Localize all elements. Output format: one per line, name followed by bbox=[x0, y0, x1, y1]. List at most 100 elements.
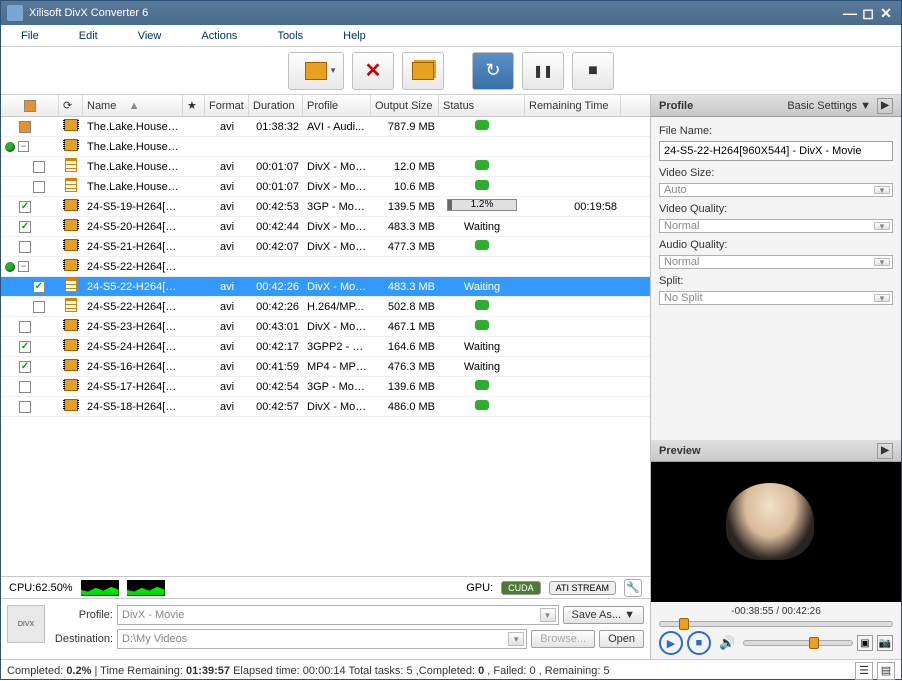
row-checkbox[interactable] bbox=[19, 221, 31, 233]
preview-video[interactable] bbox=[651, 462, 901, 602]
film-icon bbox=[64, 119, 78, 131]
row-checkbox[interactable] bbox=[33, 161, 45, 173]
table-row[interactable]: The.Lake.House....avi00:01:07DivX - Movi… bbox=[1, 177, 650, 197]
videosize-combo[interactable]: Auto▼ bbox=[659, 183, 893, 197]
minimize-button[interactable]: — bbox=[841, 5, 859, 21]
gpu-settings-button[interactable]: 🔧 bbox=[624, 579, 642, 597]
close-button[interactable]: ✕ bbox=[877, 5, 895, 21]
table-row[interactable]: 24-S5-22-H264[9...avi00:42:26DivX - Movi… bbox=[1, 277, 650, 297]
row-checkbox[interactable] bbox=[19, 361, 31, 373]
basic-settings-link[interactable]: Basic Settings ▼ bbox=[787, 100, 871, 112]
col-format[interactable]: Format bbox=[205, 95, 249, 116]
add-file-button[interactable] bbox=[288, 52, 344, 90]
col-duration[interactable]: Duration bbox=[249, 95, 303, 116]
menu-help[interactable]: Help bbox=[343, 30, 366, 42]
row-checkbox[interactable] bbox=[19, 201, 31, 213]
table-header[interactable]: ⟳ Name ▲ ★ Format Duration Profile Outpu… bbox=[1, 95, 650, 117]
collapse-toggle[interactable]: − bbox=[18, 261, 29, 272]
videoquality-combo[interactable]: Normal▼ bbox=[659, 219, 893, 233]
chevron-down-icon[interactable]: ▼ bbox=[508, 632, 524, 646]
chevron-down-icon[interactable]: ▼ bbox=[874, 258, 890, 266]
col-star[interactable]: ★ bbox=[183, 95, 205, 116]
convert-button[interactable] bbox=[472, 52, 514, 90]
film-icon bbox=[64, 399, 78, 411]
menu-view[interactable]: View bbox=[138, 30, 162, 42]
cuda-badge: CUDA bbox=[501, 581, 541, 595]
delete-button[interactable] bbox=[352, 52, 394, 90]
volume-slider[interactable] bbox=[743, 640, 853, 646]
row-checkbox[interactable] bbox=[19, 241, 31, 253]
table-row[interactable]: 24-S5-24-H264[9...avi00:42:173GPP2 - M..… bbox=[1, 337, 650, 357]
ready-status-icon bbox=[475, 180, 489, 190]
open-button[interactable]: Open bbox=[599, 630, 644, 648]
audioquality-combo[interactable]: Normal▼ bbox=[659, 255, 893, 269]
split-combo[interactable]: No Split▼ bbox=[659, 291, 893, 305]
table-row[interactable]: The.Lake.House....avi00:01:07DivX - Movi… bbox=[1, 157, 650, 177]
table-row[interactable]: 24-S5-20-H264[9...avi00:42:44DivX - Movi… bbox=[1, 217, 650, 237]
menu-actions[interactable]: Actions bbox=[201, 30, 237, 42]
ready-status-icon bbox=[475, 300, 489, 310]
maximize-button[interactable]: ◻ bbox=[859, 5, 877, 21]
ready-status-icon bbox=[475, 160, 489, 170]
film-icon bbox=[64, 199, 78, 211]
col-profile[interactable]: Profile bbox=[303, 95, 371, 116]
status-log-button[interactable]: ▤ bbox=[877, 662, 895, 680]
col-output-size[interactable]: Output Size bbox=[371, 95, 439, 116]
chevron-down-icon[interactable]: ▼ bbox=[874, 186, 890, 194]
row-checkbox[interactable] bbox=[19, 341, 31, 353]
chevron-down-icon[interactable]: ▼ bbox=[874, 294, 890, 302]
collapse-toggle[interactable]: − bbox=[18, 141, 29, 152]
stop-preview-button[interactable]: ■ bbox=[687, 631, 711, 655]
profile-combo[interactable]: DivX - Movie▼ bbox=[117, 605, 559, 625]
filename-input[interactable]: 24-S5-22-H264[960X544] - DivX - Movie bbox=[659, 141, 893, 161]
table-row[interactable]: 24-S5-22-H264[9...avi00:42:26H.264/MP...… bbox=[1, 297, 650, 317]
table-row[interactable]: 24-S5-23-H264[9...avi00:43:01DivX - Movi… bbox=[1, 317, 650, 337]
film-icon bbox=[64, 139, 78, 151]
videosize-label: Video Size: bbox=[659, 167, 893, 179]
row-checkbox[interactable] bbox=[33, 281, 45, 293]
header-selectall-checkbox[interactable] bbox=[24, 100, 36, 112]
save-as-button[interactable]: Save As... ▼ bbox=[563, 606, 644, 624]
film-icon bbox=[64, 239, 78, 251]
table-row[interactable]: 24-S5-19-H264[9...avi00:42:533GP - Mobi.… bbox=[1, 197, 650, 217]
gpu-label: GPU: bbox=[466, 582, 493, 594]
menu-edit[interactable]: Edit bbox=[79, 30, 98, 42]
table-row[interactable]: 24-S5-17-H264[9...avi00:42:543GP - Mobi.… bbox=[1, 377, 650, 397]
table-row[interactable]: −24-S5-22-H264[9... bbox=[1, 257, 650, 277]
menu-tools[interactable]: Tools bbox=[277, 30, 303, 42]
col-remaining[interactable]: Remaining Time bbox=[525, 95, 621, 116]
row-checkbox[interactable] bbox=[33, 301, 45, 313]
add-profile-button[interactable] bbox=[402, 52, 444, 90]
snapshot-button[interactable]: 📷 bbox=[877, 635, 893, 651]
refresh-icon: ⟳ bbox=[63, 99, 72, 112]
play-button[interactable]: ▶ bbox=[659, 631, 683, 655]
row-checkbox[interactable] bbox=[19, 401, 31, 413]
col-name[interactable]: Name ▲ bbox=[83, 95, 183, 116]
status-list-button[interactable]: ☰ bbox=[855, 662, 873, 680]
chevron-down-icon[interactable]: ▼ bbox=[540, 608, 556, 622]
panel-collapse-button[interactable]: ▶ bbox=[877, 98, 893, 114]
table-row[interactable]: 24-S5-21-H264[9...avi00:42:07DivX - Movi… bbox=[1, 237, 650, 257]
col-status[interactable]: Status bbox=[439, 95, 525, 116]
chevron-down-icon[interactable]: ▼ bbox=[874, 222, 890, 230]
cpu-graph-2 bbox=[127, 580, 165, 596]
destination-combo[interactable]: D:\My Videos▼ bbox=[117, 629, 527, 649]
volume-icon[interactable]: 🔊 bbox=[719, 635, 735, 651]
row-checkbox[interactable] bbox=[19, 321, 31, 333]
menu-file[interactable]: File bbox=[21, 30, 39, 42]
table-row[interactable]: The.Lake.House....avi01:38:32AVI - Audi.… bbox=[1, 117, 650, 137]
table-row[interactable]: 24-S5-16-H264[9...avi00:41:59MP4 - MPE..… bbox=[1, 357, 650, 377]
row-checkbox[interactable] bbox=[19, 121, 31, 133]
table-row[interactable]: 24-S5-18-H264[9...avi00:42:57DivX - Movi… bbox=[1, 397, 650, 417]
pause-button[interactable] bbox=[522, 52, 564, 90]
table-row[interactable]: −The.Lake.House.... bbox=[1, 137, 650, 157]
app-icon bbox=[7, 5, 23, 21]
row-checkbox[interactable] bbox=[19, 381, 31, 393]
crop-button[interactable]: ▣ bbox=[857, 635, 873, 651]
browse-button[interactable]: Browse... bbox=[531, 630, 595, 648]
preview-collapse-button[interactable]: ▶ bbox=[877, 443, 893, 459]
stop-button[interactable] bbox=[572, 52, 614, 90]
preview-panel-title: Preview bbox=[659, 445, 701, 457]
row-checkbox[interactable] bbox=[33, 181, 45, 193]
seek-slider[interactable] bbox=[659, 621, 893, 627]
